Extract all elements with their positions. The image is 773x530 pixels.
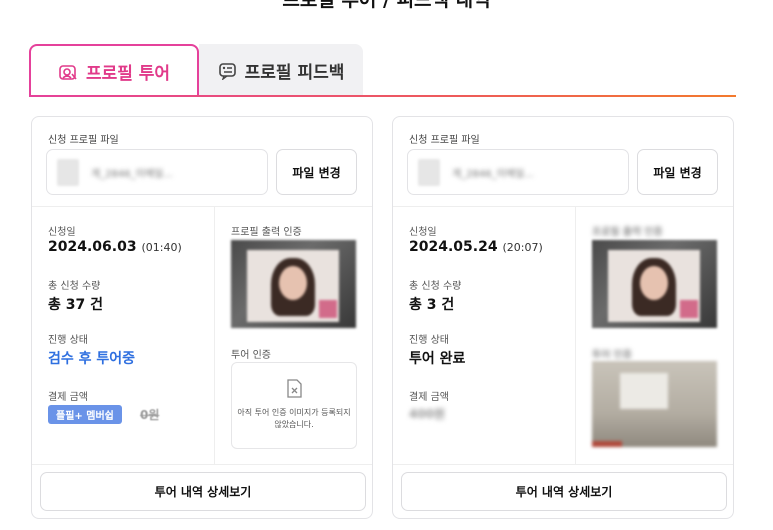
- info-right: 프로필 출력 인증 투어 인증: [577, 207, 733, 464]
- tour-detail-button[interactable]: 투어 내역 상세보기: [40, 472, 366, 511]
- profile-tour-icon: [59, 64, 77, 80]
- profile-output-photo[interactable]: [231, 240, 356, 328]
- status-value: 투어 완료: [409, 351, 466, 367]
- info-section: 신청일 2024.05.24 (20:07) 총 신청 수량 총 3 건 진행 …: [393, 207, 733, 465]
- qty-value: 총 37 건: [48, 297, 103, 313]
- pay-label: 결제 금액: [48, 392, 88, 403]
- tour-label: 투어 인증: [592, 350, 632, 361]
- tour-card: 신청 프로필 파일 게_2846_이메일... 파일 변경 신청일 2024.0…: [392, 116, 734, 519]
- info-section: 신청일 2024.06.03 (01:40) 총 신청 수량 총 37 건 진행…: [32, 207, 372, 465]
- info-right: 프로필 출력 인증 투어 인증 아직 투어 인증 이미지가 등록되지 않았습니다…: [216, 207, 372, 464]
- file-section: 신청 프로필 파일 게_2846_이메일... 파일 변경: [32, 117, 372, 207]
- apply-date-value: 2024.06.03: [48, 239, 137, 255]
- status-label: 진행 상태: [48, 335, 88, 346]
- info-left: 신청일 2024.05.24 (20:07) 총 신청 수량 총 3 건 진행 …: [393, 207, 576, 464]
- tab-profile-tour-label: 프로필 투어: [85, 64, 171, 84]
- tour-detail-button[interactable]: 투어 내역 상세보기: [401, 472, 727, 511]
- pay-amount: 400원: [409, 407, 446, 421]
- pay-amount: 0원: [140, 408, 160, 422]
- file-icon: [57, 159, 79, 186]
- image-missing-icon: [287, 379, 302, 398]
- date-label: 신청일: [48, 227, 76, 238]
- tab-profile-tour[interactable]: 프로필 투어: [29, 44, 199, 97]
- status-value: 검수 후 투어중: [48, 351, 136, 367]
- tour-empty-text: 아직 투어 인증 이미지가 등록되지 않았습니다.: [237, 408, 351, 429]
- status-label: 진행 상태: [409, 335, 449, 346]
- change-file-button[interactable]: 파일 변경: [637, 149, 718, 195]
- output-label: 프로필 출력 인증: [592, 227, 663, 238]
- file-field[interactable]: 게_2846_이메일...: [46, 149, 268, 195]
- file-field[interactable]: 게_2846_이메일...: [407, 149, 629, 195]
- qty-label: 총 신청 수량: [48, 281, 101, 292]
- tab-profile-feedback-label: 프로필 피드백: [244, 63, 345, 83]
- apply-time: (20:07): [502, 241, 543, 254]
- apply-time: (01:40): [141, 241, 182, 254]
- file-label: 신청 프로필 파일: [409, 135, 480, 146]
- tour-proof-photo[interactable]: [592, 361, 717, 447]
- file-label: 신청 프로필 파일: [48, 135, 119, 146]
- apply-date-value: 2024.05.24: [409, 239, 498, 255]
- tab-bar: 프로필 투어 프로필 피드백: [29, 44, 363, 97]
- info-left: 신청일 2024.06.03 (01:40) 총 신청 수량 총 37 건 진행…: [32, 207, 215, 464]
- membership-badge: 플필+ 멤버쉽: [48, 405, 122, 424]
- tour-label: 투어 인증: [231, 350, 271, 361]
- tab-profile-feedback[interactable]: 프로필 피드백: [199, 44, 363, 97]
- apply-date: 2024.06.03 (01:40): [48, 239, 182, 255]
- file-name: 게_2846_이메일...: [91, 169, 173, 180]
- qty-label: 총 신청 수량: [409, 281, 462, 292]
- tab-underline: [29, 95, 736, 97]
- tour-card: 신청 프로필 파일 게_2846_이메일... 파일 변경 신청일 2024.0…: [31, 116, 373, 519]
- apply-date: 2024.05.24 (20:07): [409, 239, 543, 255]
- change-file-button[interactable]: 파일 변경: [276, 149, 357, 195]
- pay-label: 결제 금액: [409, 392, 449, 403]
- feedback-icon: [218, 62, 236, 80]
- file-section: 신청 프로필 파일 게_2846_이메일... 파일 변경: [393, 117, 733, 207]
- profile-output-photo[interactable]: [592, 240, 717, 328]
- output-label: 프로필 출력 인증: [231, 227, 302, 238]
- file-icon: [418, 159, 440, 186]
- file-name: 게_2846_이메일...: [452, 169, 534, 180]
- qty-value: 총 3 건: [409, 297, 455, 313]
- date-label: 신청일: [409, 227, 437, 238]
- tour-empty-placeholder: 아직 투어 인증 이미지가 등록되지 않았습니다.: [231, 362, 357, 449]
- page-title: 프로필 투어 / 피드백 내역: [0, 0, 773, 10]
